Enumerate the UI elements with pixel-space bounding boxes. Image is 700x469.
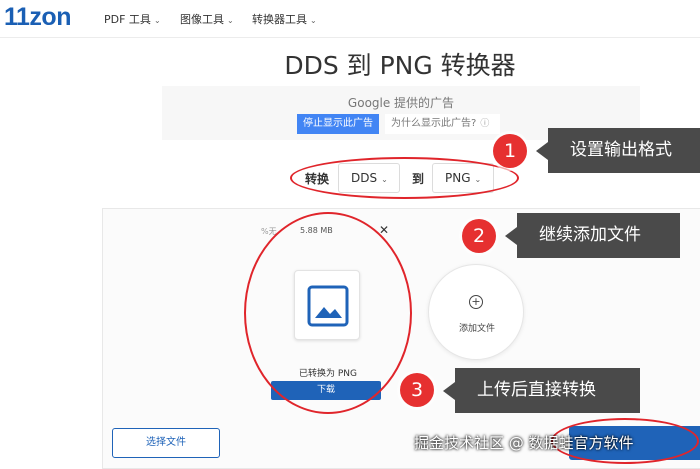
annotation-badge-1: 1 — [493, 134, 527, 168]
why-this-ad-label: 为什么显示此广告? — [391, 118, 477, 129]
page-title: DDS 到 PNG 转换器 — [284, 51, 516, 80]
annotation-badge-3: 3 — [400, 373, 434, 407]
annotation-ring-file — [244, 212, 412, 414]
nav-converter-tools[interactable]: 转换器工具 ⌄ — [252, 11, 317, 27]
chevron-down-icon: ⌄ — [153, 16, 161, 25]
chevron-down-icon: ⌄ — [310, 16, 317, 25]
annotation-ring-format — [290, 157, 519, 199]
nav-converter-tools-label: 转换器工具 — [252, 13, 307, 26]
stop-ad-button[interactable]: 停止显示此广告 — [297, 114, 379, 134]
plus-circle-icon: + — [469, 295, 483, 309]
annotation-badge-2: 2 — [462, 219, 496, 253]
chevron-down-icon: ⌄ — [227, 16, 234, 25]
add-files-label: 添加文件 — [458, 324, 495, 334]
info-icon: ⓘ — [480, 119, 490, 129]
site-logo[interactable]: 11zon — [4, 3, 71, 32]
nav-pdf-tools[interactable]: PDF 工具 ⌄ — [104, 11, 161, 27]
choose-file-button[interactable]: 选择文件 — [112, 428, 220, 458]
nav-pdf-tools-label: PDF 工具 — [104, 13, 151, 26]
nav-image-tools[interactable]: 图像工具 ⌄ — [180, 11, 234, 27]
ad-google-label: Google 提供的广告 — [347, 96, 455, 110]
add-files-button[interactable]: + 添加文件 — [428, 264, 524, 360]
annotation-callout-2: 继续添加文件 — [505, 213, 680, 258]
top-navigation-bar: 11zon PDF 工具 ⌄ 图像工具 ⌄ 转换器工具 ⌄ — [0, 0, 700, 38]
watermark-text: 掘金技术社区 @ 数据蛙官方软件 — [414, 434, 634, 452]
annotation-callout-3: 上传后直接转换 — [443, 368, 640, 413]
nav-image-tools-label: 图像工具 — [180, 13, 224, 26]
annotation-callout-1: 设置输出格式 — [536, 128, 700, 173]
why-this-ad-link[interactable]: 为什么显示此广告? ⓘ — [385, 114, 500, 134]
